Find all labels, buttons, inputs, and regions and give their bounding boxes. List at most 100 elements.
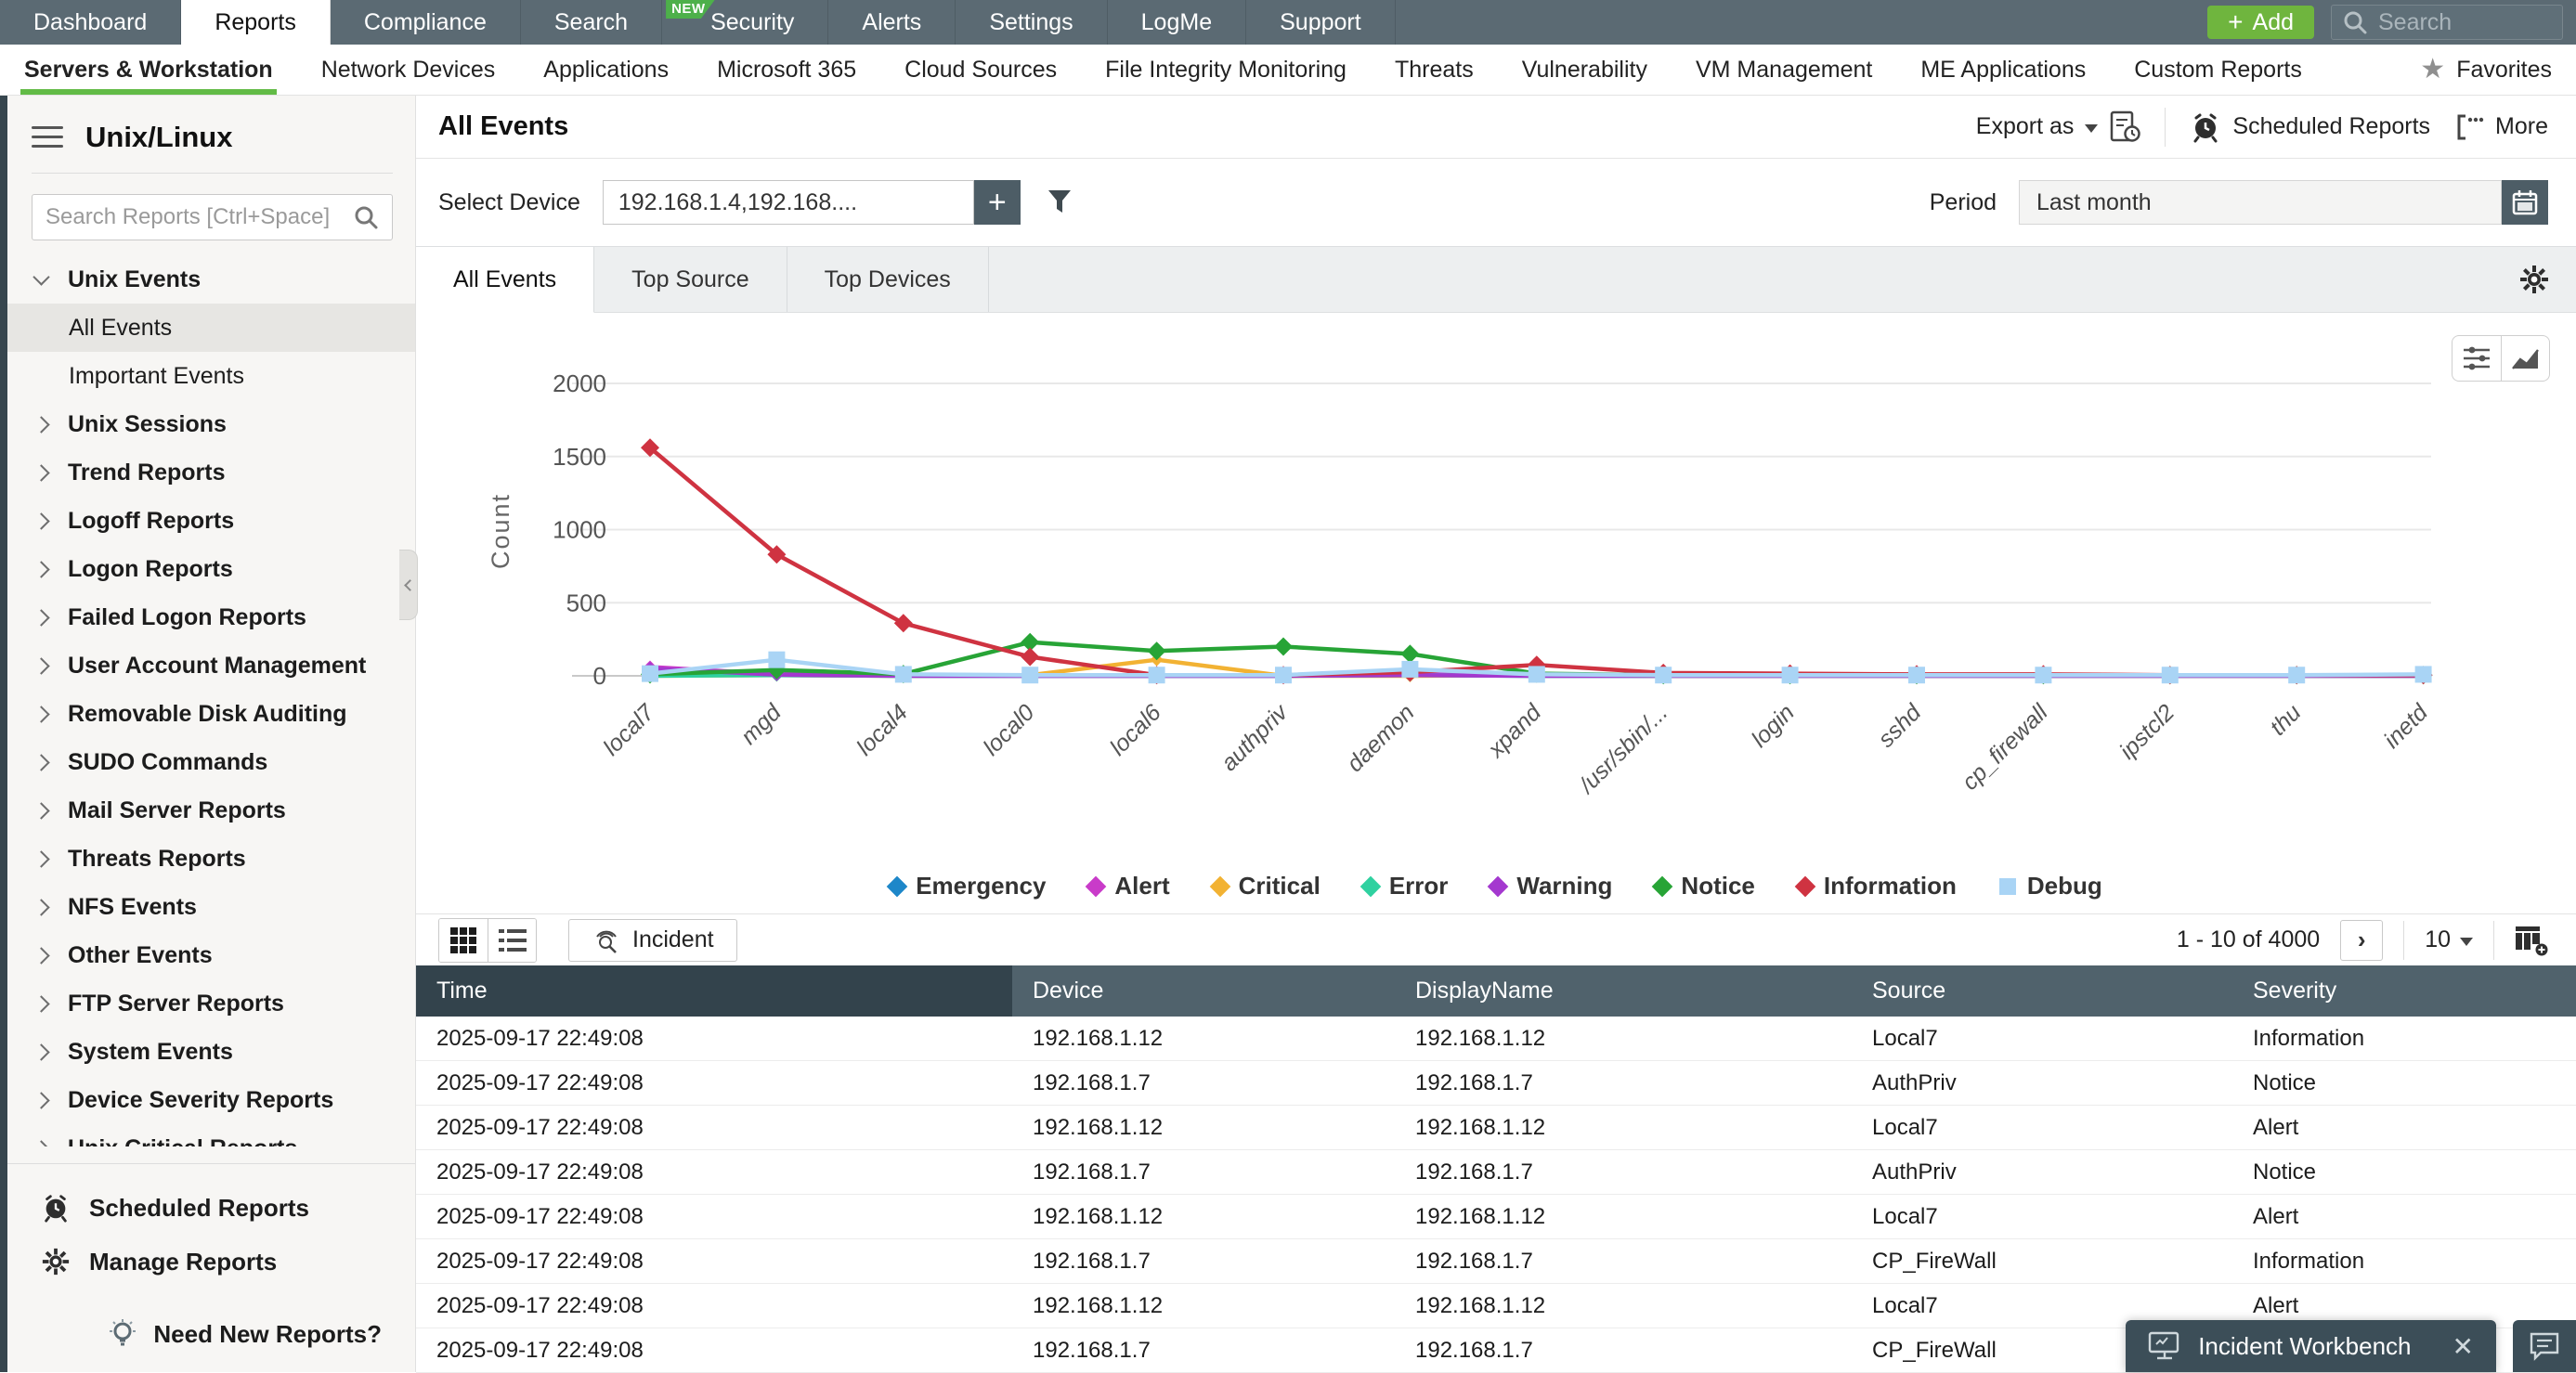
list-view-button[interactable] bbox=[488, 919, 536, 962]
topnav-tab-support[interactable]: Support bbox=[1246, 0, 1396, 45]
table-row[interactable]: 2025-09-17 22:49:08192.168.1.7192.168.1.… bbox=[416, 1150, 2576, 1195]
legend-label: Notice bbox=[1681, 872, 1754, 900]
legend-item-emergency[interactable]: Emergency bbox=[890, 872, 1046, 900]
sidebar-item-ftp-server-reports[interactable]: FTP Server Reports bbox=[0, 979, 415, 1028]
next-page-button[interactable]: › bbox=[2340, 920, 2383, 961]
table-row[interactable]: 2025-09-17 22:49:08192.168.1.7192.168.1.… bbox=[416, 1061, 2576, 1106]
table-row[interactable]: 2025-09-17 22:49:08192.168.1.12192.168.1… bbox=[416, 1195, 2576, 1239]
report-search-input[interactable] bbox=[46, 204, 353, 230]
sidebar-item-device-severity-reports[interactable]: Device Severity Reports bbox=[0, 1076, 415, 1124]
column-header-displayname[interactable]: DisplayName bbox=[1395, 965, 1852, 1017]
sidebar-item-unix-events[interactable]: Unix Events bbox=[0, 255, 415, 304]
topnav-tab-search[interactable]: Search bbox=[521, 0, 662, 45]
subnav-item-vm-management[interactable]: VM Management bbox=[1672, 45, 1896, 95]
sidebar-item-nfs-events[interactable]: NFS Events bbox=[0, 883, 415, 931]
legend-item-information[interactable]: Information bbox=[1798, 872, 1957, 900]
sidebar-collapse-handle[interactable] bbox=[399, 550, 418, 620]
feedback-button[interactable] bbox=[2513, 1320, 2576, 1372]
events-line-chart[interactable]: 0500100015002000Countlocal7mgdlocal4loca… bbox=[416, 313, 2576, 847]
table-row[interactable]: 2025-09-17 22:49:08192.168.1.12192.168.1… bbox=[416, 1017, 2576, 1061]
legend-item-warning[interactable]: Warning bbox=[1490, 872, 1612, 900]
period-input[interactable]: Last month bbox=[2019, 180, 2502, 225]
subnav-item-cloud-sources[interactable]: Cloud Sources bbox=[880, 45, 1081, 95]
sidebar-item-user-account-management[interactable]: User Account Management bbox=[0, 641, 415, 690]
table-row[interactable]: 2025-09-17 22:49:08192.168.1.12192.168.1… bbox=[416, 1106, 2576, 1150]
sidebar-footer-scheduled-reports[interactable]: Scheduled Reports bbox=[7, 1181, 415, 1235]
column-header-device[interactable]: Device bbox=[1012, 965, 1395, 1017]
calendar-button[interactable] bbox=[2502, 180, 2548, 225]
sidebar-item-removable-disk-auditing[interactable]: Removable Disk Auditing bbox=[0, 690, 415, 738]
incident-workbench-toast[interactable]: Incident Workbench ✕ bbox=[2126, 1320, 2496, 1372]
sidebar-item-sudo-commands[interactable]: SUDO Commands bbox=[0, 738, 415, 786]
favorites-button[interactable]: ★ Favorites bbox=[2420, 56, 2576, 84]
topnav-tab-reports[interactable]: Reports bbox=[181, 0, 331, 45]
legend-item-error[interactable]: Error bbox=[1363, 872, 1449, 900]
chart-type-button[interactable] bbox=[2501, 336, 2549, 381]
svg-text:0: 0 bbox=[593, 662, 606, 690]
subnav-item-file-integrity-monitoring[interactable]: File Integrity Monitoring bbox=[1081, 45, 1371, 95]
legend-item-critical[interactable]: Critical bbox=[1213, 872, 1321, 900]
chevron-right-icon bbox=[33, 657, 49, 674]
export-as-button[interactable]: Export as bbox=[1976, 110, 2141, 144]
svg-text:daemon: daemon bbox=[1342, 699, 1420, 777]
global-search[interactable] bbox=[2331, 5, 2563, 40]
topnav-tab-logme[interactable]: LogMe bbox=[1108, 0, 1246, 45]
subnav-item-custom-reports[interactable]: Custom Reports bbox=[2110, 45, 2326, 95]
filter-funnel-icon[interactable] bbox=[1047, 188, 1073, 216]
column-header-source[interactable]: Source bbox=[1852, 965, 2232, 1017]
tab-top-source[interactable]: Top Source bbox=[594, 247, 787, 312]
subnav-item-threats[interactable]: Threats bbox=[1371, 45, 1498, 95]
topnav-tab-compliance[interactable]: Compliance bbox=[331, 0, 521, 45]
chart-settings-button[interactable] bbox=[2452, 336, 2501, 381]
sidebar-item-mail-server-reports[interactable]: Mail Server Reports bbox=[0, 786, 415, 835]
sidebar-item-important-events[interactable]: Important Events bbox=[0, 352, 415, 400]
grid-view-button[interactable] bbox=[439, 919, 488, 962]
more-button[interactable]: More bbox=[2454, 112, 2548, 142]
sidebar-item-system-events[interactable]: System Events bbox=[0, 1028, 415, 1076]
sidebar-item-trend-reports[interactable]: Trend Reports bbox=[0, 448, 415, 497]
subnav-item-microsoft-365[interactable]: Microsoft 365 bbox=[693, 45, 880, 95]
column-header-time[interactable]: Time bbox=[416, 965, 1012, 1017]
sidebar-item-logoff-reports[interactable]: Logoff Reports bbox=[0, 497, 415, 545]
global-search-input[interactable] bbox=[2378, 9, 2536, 36]
search-icon bbox=[353, 204, 379, 230]
subnav-item-me-applications[interactable]: ME Applications bbox=[1896, 45, 2110, 95]
topnav-tab-security[interactable]: SecurityNEW bbox=[662, 0, 828, 45]
page-size-select[interactable]: 10 bbox=[2425, 926, 2473, 953]
topnav-tab-alerts[interactable]: Alerts bbox=[828, 0, 956, 45]
add-device-button[interactable]: + bbox=[974, 180, 1021, 225]
tab-top-devices[interactable]: Top Devices bbox=[787, 247, 989, 312]
subnav-item-vulnerability[interactable]: Vulnerability bbox=[1498, 45, 1672, 95]
legend-item-alert[interactable]: Alert bbox=[1088, 872, 1169, 900]
need-new-reports-link[interactable]: Need New Reports? bbox=[107, 1318, 382, 1350]
close-icon[interactable]: ✕ bbox=[2452, 1331, 2474, 1362]
report-settings-button[interactable] bbox=[2518, 247, 2576, 312]
topnav-tab-dashboard[interactable]: Dashboard bbox=[0, 0, 181, 45]
legend-item-notice[interactable]: Notice bbox=[1655, 872, 1754, 900]
column-header-severity[interactable]: Severity bbox=[2232, 965, 2576, 1017]
hamburger-menu-icon[interactable] bbox=[32, 120, 63, 154]
add-column-icon[interactable] bbox=[2515, 925, 2548, 956]
sidebar-footer-manage-reports[interactable]: Manage Reports bbox=[7, 1235, 415, 1289]
sidebar-item-unix-critical-reports[interactable]: Unix Critical Reports bbox=[0, 1124, 415, 1146]
incident-button[interactable]: Incident bbox=[568, 919, 737, 962]
tab-all-events[interactable]: All Events bbox=[416, 247, 594, 313]
subnav-item-servers-workstation[interactable]: Servers & Workstation bbox=[0, 45, 297, 95]
table-row[interactable]: 2025-09-17 22:49:08192.168.1.7192.168.1.… bbox=[416, 1239, 2576, 1284]
scheduled-reports-button[interactable]: Scheduled Reports bbox=[2190, 111, 2430, 143]
sidebar-item-all-events[interactable]: All Events bbox=[0, 304, 415, 352]
subnav-item-network-devices[interactable]: Network Devices bbox=[297, 45, 520, 95]
add-button[interactable]: + Add bbox=[2207, 6, 2314, 39]
sidebar-item-failed-logon-reports[interactable]: Failed Logon Reports bbox=[0, 593, 415, 641]
sidebar-item-threats-reports[interactable]: Threats Reports bbox=[0, 835, 415, 883]
topnav-tab-settings[interactable]: Settings bbox=[956, 0, 1107, 45]
legend-item-debug[interactable]: Debug bbox=[1999, 872, 2102, 900]
sidebar-item-unix-sessions[interactable]: Unix Sessions bbox=[0, 400, 415, 448]
report-search[interactable] bbox=[32, 194, 393, 240]
chevron-right-icon bbox=[33, 802, 49, 819]
sidebar-item-other-events[interactable]: Other Events bbox=[0, 931, 415, 979]
divider bbox=[2403, 921, 2404, 960]
subnav-item-applications[interactable]: Applications bbox=[519, 45, 693, 95]
device-input[interactable]: 192.168.1.4,192.168.... bbox=[603, 180, 974, 225]
sidebar-item-logon-reports[interactable]: Logon Reports bbox=[0, 545, 415, 593]
